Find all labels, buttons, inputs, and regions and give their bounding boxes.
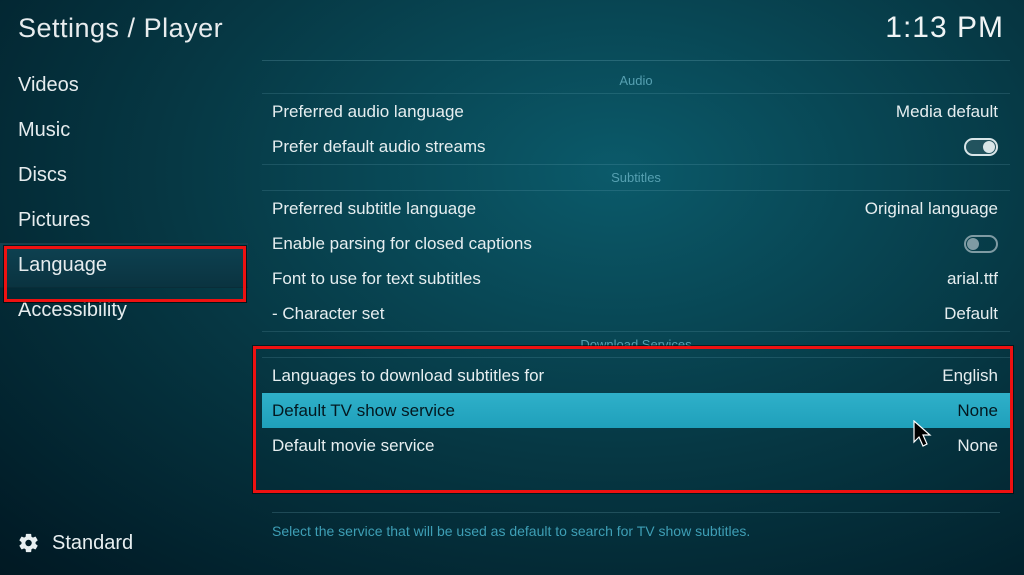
setting-preferred-subtitle-language[interactable]: Preferred subtitle language Original lan… <box>262 191 1010 226</box>
section-header-subtitles: Subtitles <box>262 165 1010 191</box>
setting-value: Original language <box>865 199 998 219</box>
setting-subtitle-charset[interactable]: - Character set Default <box>262 296 1010 331</box>
setting-label: Default TV show service <box>272 401 455 421</box>
setting-enable-closed-captions[interactable]: Enable parsing for closed captions <box>262 226 1010 261</box>
setting-label: Font to use for text subtitles <box>272 269 481 289</box>
settings-level[interactable]: Standard <box>0 523 133 563</box>
setting-label: Preferred audio language <box>272 102 464 122</box>
setting-value: Media default <box>896 102 998 122</box>
sidebar-item-pictures[interactable]: Pictures <box>0 198 248 243</box>
setting-label: Default movie service <box>272 436 435 456</box>
setting-value: arial.ttf <box>947 269 998 289</box>
sidebar-item-discs[interactable]: Discs <box>0 153 248 198</box>
setting-value: None <box>957 401 998 421</box>
setting-label: Languages to download subtitles for <box>272 366 544 386</box>
section-title: Audio <box>619 73 652 88</box>
sidebar-item-label: Music <box>18 119 70 142</box>
setting-subtitle-download-languages[interactable]: Languages to download subtitles for Engl… <box>262 358 1010 393</box>
setting-default-tv-show-service[interactable]: Default TV show service None <box>262 393 1010 428</box>
header: Settings / Player 1:13 PM <box>0 0 1024 56</box>
sidebar-item-videos[interactable]: Videos <box>0 63 248 108</box>
sidebar-item-music[interactable]: Music <box>0 108 248 153</box>
toggle-off-icon[interactable] <box>964 235 998 253</box>
sidebar-item-language[interactable]: Language <box>0 243 248 288</box>
setting-label: Prefer default audio streams <box>272 137 486 157</box>
description-text: Select the service that will be used as … <box>272 523 750 539</box>
sidebar-item-label: Accessibility <box>18 299 127 322</box>
setting-prefer-default-audio-streams[interactable]: Prefer default audio streams <box>262 129 1010 164</box>
setting-label: Preferred subtitle language <box>272 199 476 219</box>
setting-subtitle-font[interactable]: Font to use for text subtitles arial.ttf <box>262 261 1010 296</box>
section-header-download-services: Download Services <box>262 332 1010 358</box>
setting-label: Enable parsing for closed captions <box>272 234 532 254</box>
setting-default-movie-service[interactable]: Default movie service None <box>262 428 1010 463</box>
section-title: Download Services <box>580 337 691 352</box>
section-title: Subtitles <box>611 170 661 185</box>
sidebar-item-label: Language <box>18 254 107 277</box>
sidebar: Videos Music Discs Pictures Language Acc… <box>0 63 248 575</box>
setting-label: - Character set <box>272 304 384 324</box>
settings-level-label: Standard <box>52 532 133 555</box>
setting-value: Default <box>944 304 998 324</box>
sidebar-item-label: Discs <box>18 164 67 187</box>
breadcrumb: Settings / Player <box>18 13 223 44</box>
setting-value: None <box>957 436 998 456</box>
setting-preferred-audio-language[interactable]: Preferred audio language Media default <box>262 94 1010 129</box>
clock: 1:13 PM <box>885 11 1004 45</box>
sidebar-item-label: Videos <box>18 74 79 97</box>
header-divider <box>262 60 1010 61</box>
section-header-audio: Audio <box>262 68 1010 94</box>
setting-description: Select the service that will be used as … <box>272 512 1000 539</box>
sidebar-item-label: Pictures <box>18 209 90 232</box>
settings-panel: Audio Preferred audio language Media def… <box>262 64 1010 575</box>
sidebar-item-accessibility[interactable]: Accessibility <box>0 288 248 333</box>
setting-value: English <box>942 366 998 386</box>
gear-icon <box>18 532 40 554</box>
toggle-on-icon[interactable] <box>964 138 998 156</box>
